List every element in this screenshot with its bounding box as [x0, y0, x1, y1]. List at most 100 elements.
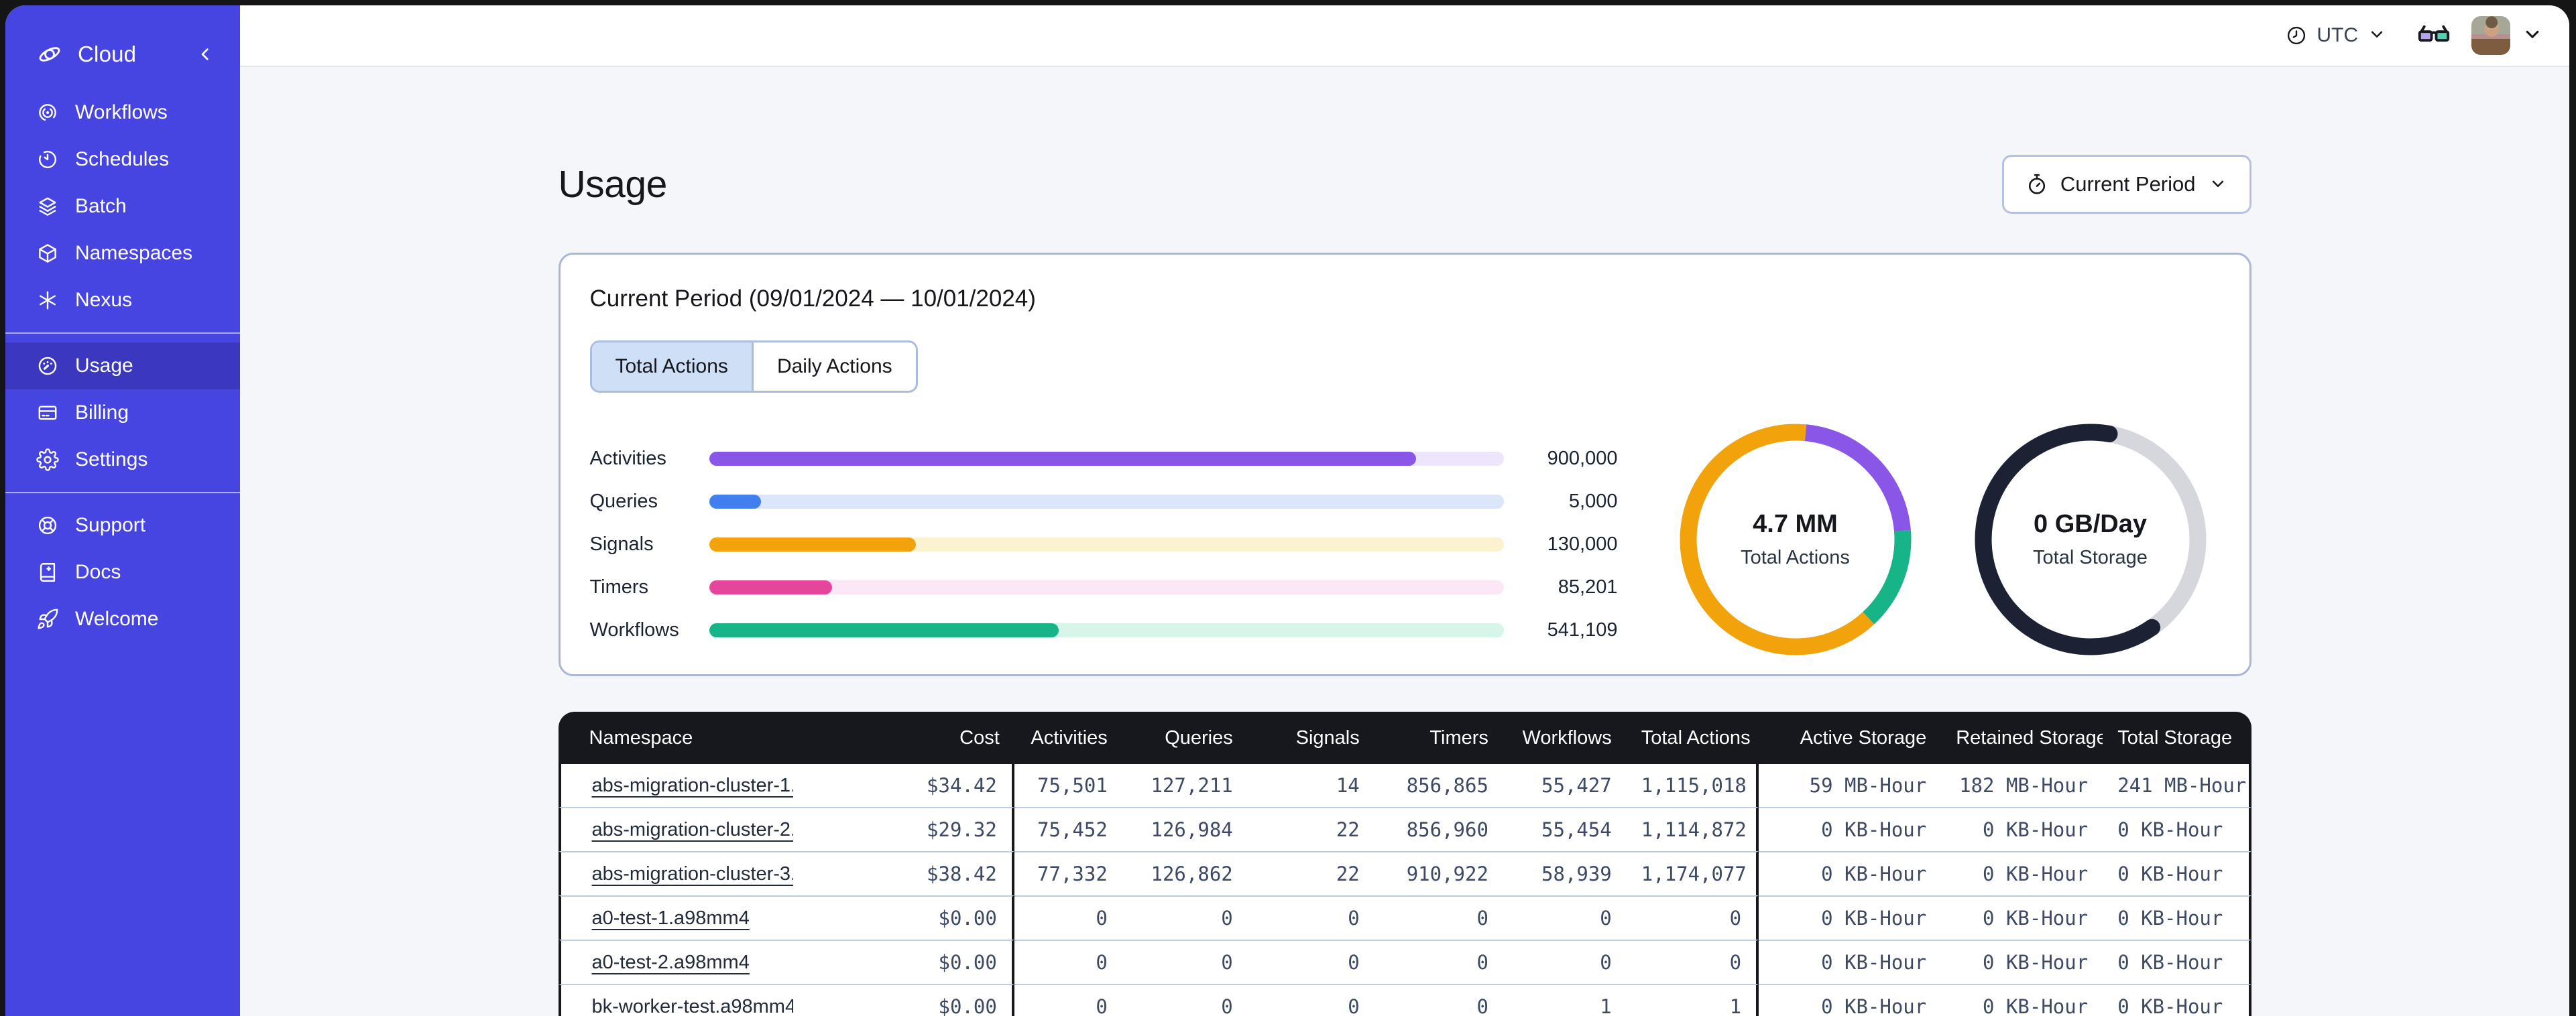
- cell-signals: 0: [1247, 984, 1374, 1016]
- actions-tabs: Total Actions Daily Actions: [589, 340, 918, 393]
- sidebar-item-workflows[interactable]: Workflows: [5, 89, 240, 136]
- docs-icon: [36, 561, 75, 584]
- column-header-timers: Timers: [1374, 712, 1503, 764]
- sidebar-item-support[interactable]: Support: [5, 502, 240, 549]
- cell-namespace: a0-test-1.a98mm4: [558, 895, 793, 940]
- namespace-link[interactable]: bk-worker-test.a98mm4: [592, 996, 793, 1016]
- batch-icon: [36, 195, 75, 218]
- support-icon: [36, 514, 75, 537]
- sidebar-item-label: Schedules: [75, 148, 170, 170]
- topbar: UTC: [240, 5, 2569, 67]
- bar-fill: [709, 580, 833, 594]
- account-menu[interactable]: [2471, 16, 2544, 55]
- bar-track: [709, 623, 1504, 637]
- bar-row-workflows: Workflows 541,109: [590, 609, 1618, 651]
- cell-namespace: abs-migration-cluster-2.a98mm4: [558, 807, 793, 851]
- sidebar-collapse-button[interactable]: [194, 44, 216, 65]
- sidebar-item-label: Settings: [75, 448, 148, 470]
- bar-value: 85,201: [1558, 576, 1618, 598]
- welcome-icon: [36, 608, 75, 631]
- cell-signals: 0: [1247, 895, 1374, 940]
- cell-total-actions: 1,174,077: [1626, 851, 1759, 895]
- table-row: abs-migration-cluster-3.a98mm4$38.4277,3…: [558, 851, 2251, 895]
- cell-retained-storage: 0 KB-Hour: [1941, 984, 2103, 1016]
- cell-queries: 127,211: [1122, 764, 1248, 807]
- sidebar-group: Usage Billing Settings: [5, 332, 240, 492]
- timezone-selector[interactable]: UTC: [2285, 24, 2387, 48]
- avatar[interactable]: [2471, 16, 2510, 55]
- column-header-total-actions: Total Actions: [1626, 712, 1759, 764]
- nexus-icon: [36, 289, 75, 312]
- sidebar-item-nexus[interactable]: Nexus: [5, 277, 240, 324]
- bar-row-timers: Timers 85,201: [590, 566, 1618, 609]
- namespace-link[interactable]: abs-migration-cluster-2.a98mm4: [592, 819, 793, 840]
- column-header-total-storage: Total Storage: [2103, 712, 2251, 764]
- tab-daily-actions[interactable]: Daily Actions: [754, 342, 916, 391]
- period-dropdown-button[interactable]: Current Period: [2001, 155, 2251, 214]
- sidebar-item-label: Namespaces: [75, 242, 193, 264]
- cell-timers: 856,960: [1374, 807, 1503, 851]
- donut-value: 4.7 MM: [1753, 510, 1838, 538]
- cell-namespace: abs-migration-cluster-3.a98mm4: [558, 851, 793, 895]
- billing-icon: [36, 401, 75, 424]
- sidebar: Cloud Workflows Schedules Batch Namespaces N…: [5, 5, 240, 1016]
- chevron-down-icon: [2367, 24, 2387, 48]
- sidebar-item-settings[interactable]: Settings: [5, 436, 240, 483]
- table-row: a0-test-1.a98mm4 $0.00 0 0 0 0 0 0 0 KB-Hour 0 KB…: [558, 895, 2251, 940]
- settings-icon: [36, 448, 75, 471]
- cell-active-storage: 0 KB-Hour: [1759, 807, 1942, 851]
- namespace-link[interactable]: abs-migration-cluster-3.a98mm4: [592, 863, 793, 885]
- usage-bar-chart: Activities 900,000 Queries 5,000 Signals 130,…: [590, 437, 1618, 651]
- cell-activities: 0: [1014, 895, 1122, 940]
- bar-value: 130,000: [1547, 533, 1618, 555]
- bar-label: Timers: [589, 576, 649, 598]
- cell-timers: 0: [1374, 895, 1503, 940]
- column-header-active-storage: Active Storage: [1759, 712, 1942, 764]
- brand-label: Cloud: [78, 42, 137, 66]
- sidebar-item-label: Nexus: [75, 289, 133, 311]
- cell-namespace: abs-migration-cluster-1.a98mm4: [558, 764, 793, 807]
- feature-glasses-button[interactable]: [2416, 18, 2451, 53]
- sidebar-item-schedules[interactable]: Schedules: [5, 136, 240, 183]
- sidebar-item-usage[interactable]: Usage: [5, 342, 240, 389]
- tab-total-actions[interactable]: Total Actions: [591, 342, 754, 391]
- bar-fill: [709, 623, 1059, 637]
- bar-value: 5,000: [1568, 490, 1618, 512]
- cell-total-actions: 1,114,872: [1626, 807, 1759, 851]
- page-title: Usage: [558, 163, 668, 206]
- cell-cost: $0.00: [793, 895, 1014, 940]
- cell-total-storage: 0 KB-Hour: [2103, 895, 2251, 940]
- usage-icon: [36, 355, 75, 377]
- sidebar-item-welcome[interactable]: Welcome: [5, 596, 240, 643]
- namespace-link[interactable]: a0-test-1.a98mm4: [592, 907, 750, 929]
- schedules-icon: [36, 148, 75, 171]
- donut-label: Total Actions: [1741, 547, 1850, 568]
- cell-namespace: bk-worker-test.a98mm4: [558, 984, 793, 1016]
- namespace-link[interactable]: abs-migration-cluster-1.a98mm4: [592, 775, 793, 796]
- cell-active-storage: 0 KB-Hour: [1759, 851, 1942, 895]
- column-header-queries: Queries: [1122, 712, 1248, 764]
- cell-total-actions: 1: [1626, 984, 1759, 1016]
- donut-value: 0 GB/Day: [2034, 510, 2147, 538]
- app-window: Cloud Workflows Schedules Batch Namespaces N…: [5, 5, 2569, 1016]
- cell-timers: 910,922: [1374, 851, 1503, 895]
- cell-activities: 0: [1014, 940, 1122, 984]
- cell-total-storage: 0 KB-Hour: [2103, 940, 2251, 984]
- sidebar-item-billing[interactable]: Billing: [5, 389, 240, 436]
- sidebar-item-namespaces[interactable]: Namespaces: [5, 230, 240, 277]
- brand-row: Cloud: [5, 28, 240, 80]
- bar-track: [709, 537, 1504, 552]
- sidebar-group: Support Docs Welcome: [5, 492, 240, 651]
- sidebar-group: Workflows Schedules Batch Namespaces Nexus: [5, 80, 240, 332]
- cell-activities: 75,452: [1014, 807, 1122, 851]
- sidebar-item-label: Usage: [75, 355, 133, 377]
- namespace-link[interactable]: a0-test-2.a98mm4: [592, 952, 750, 973]
- cell-active-storage: 0 KB-Hour: [1759, 895, 1942, 940]
- bar-row-queries: Queries 5,000: [590, 480, 1618, 523]
- table-row: a0-test-2.a98mm4 $0.00 0 0 0 0 0 0 0 KB-Hour 0 KB…: [558, 940, 2251, 984]
- cell-retained-storage: 182 MB-Hour: [1941, 764, 2103, 807]
- sidebar-item-docs[interactable]: Docs: [5, 549, 240, 596]
- period-button-label: Current Period: [2060, 172, 2196, 196]
- sidebar-item-label: Support: [75, 514, 146, 536]
- sidebar-item-batch[interactable]: Batch: [5, 183, 240, 230]
